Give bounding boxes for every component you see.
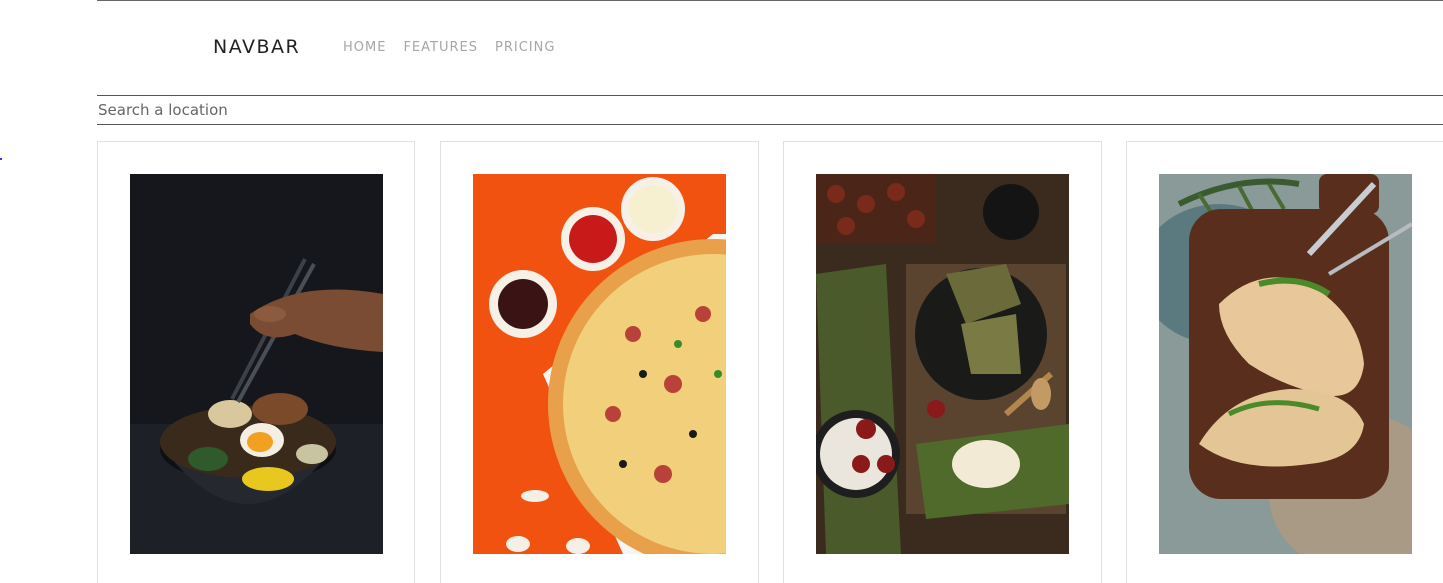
- sandwich-photo: [1159, 174, 1412, 554]
- pizza-photo: [473, 174, 726, 554]
- nav-links: HOME FEATURES PRICING: [343, 40, 555, 55]
- ramen-photo: [130, 174, 383, 554]
- zongzi-photo: [816, 174, 1069, 554]
- nav-link-features[interactable]: FEATURES: [403, 40, 478, 55]
- navbar-brand[interactable]: NAVBAR: [213, 36, 300, 58]
- food-card-zongzi[interactable]: [783, 141, 1102, 583]
- nav-link-pricing[interactable]: PRICING: [495, 40, 555, 55]
- food-card-pizza[interactable]: [440, 141, 759, 583]
- food-card-sandwich[interactable]: [1126, 141, 1443, 583]
- stray-dot: [0, 158, 2, 160]
- food-card-ramen[interactable]: [97, 141, 415, 583]
- nav-link-home[interactable]: HOME: [343, 40, 386, 55]
- navbar: NAVBAR HOME FEATURES PRICING: [97, 1, 1443, 93]
- search-location-input[interactable]: [97, 95, 1443, 125]
